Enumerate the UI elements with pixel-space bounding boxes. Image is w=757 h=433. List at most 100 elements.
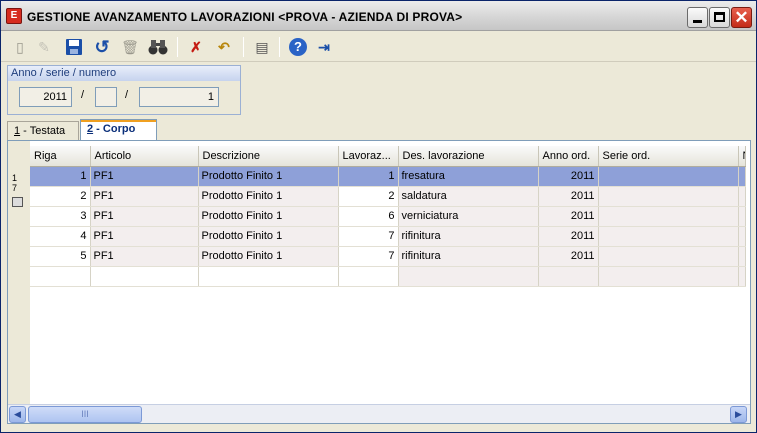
column-header-des-lavorazione[interactable]: Des. lavorazione [398,146,539,167]
record-navigator-icon[interactable] [12,197,23,207]
cell-lavorazione[interactable] [338,266,399,287]
numero-field[interactable]: 1 [139,87,219,107]
app-logo-icon[interactable]: E [6,8,22,24]
undo-glyph: ↺ [94,37,110,57]
horizontal-scrollbar[interactable]: ◀ III ▶ [8,404,750,423]
print-icon[interactable]: ▤ [251,36,273,58]
toolbar: ▯ ✎ ↺ 🗑 ✗ ↶ ▤ ? ⇥ [1,32,756,62]
search-icon[interactable] [147,36,169,58]
cell-des-lavorazione[interactable]: rifinitura [398,226,539,247]
cell-riga[interactable]: 4 [30,226,91,247]
new-document-glyph: ▯ [16,39,24,55]
cell-des-lavorazione[interactable]: rifinitura [398,246,539,267]
cell-serie-ord[interactable] [598,166,739,187]
cell-lavorazione[interactable]: 6 [338,206,399,227]
undo-icon[interactable]: ↺ [91,36,113,58]
document-number-group: Anno / serie / numero 2011 / / 1 [7,65,241,115]
cell-articolo[interactable] [90,266,199,287]
cell-numero-ord[interactable] [738,166,746,187]
cell-anno-ord[interactable]: 2011 [538,226,599,247]
cell-serie-ord[interactable] [598,186,739,207]
table-row[interactable]: 1 PF1 Prodotto Finito 1 1 fresatura 2011 [30,166,746,187]
cell-serie-ord[interactable] [598,246,739,267]
cell-numero-ord[interactable] [738,186,746,207]
exit-icon[interactable]: ⇥ [313,36,335,58]
restore-icon[interactable]: ↶ [213,36,235,58]
cell-riga[interactable] [30,266,91,287]
minimize-button[interactable] [687,7,708,28]
cell-descrizione[interactable]: Prodotto Finito 1 [198,166,339,187]
cell-lavorazione[interactable]: 1 [338,166,399,187]
table-row[interactable]: 2 PF1 Prodotto Finito 1 2 saldatura 2011 [30,186,746,207]
column-header-lavorazione[interactable]: Lavoraz... [338,146,399,167]
cell-serie-ord[interactable] [598,206,739,227]
column-header-anno-ord[interactable]: Anno ord. [538,146,599,167]
cell-anno-ord[interactable] [538,266,599,287]
cell-serie-ord[interactable] [598,226,739,247]
cell-riga[interactable]: 3 [30,206,91,227]
cell-des-lavorazione[interactable] [398,266,539,287]
scroll-right-arrow-icon[interactable]: ▶ [730,406,747,423]
table-row[interactable]: 3 PF1 Prodotto Finito 1 6 verniciatura 2… [30,206,746,227]
row-indicator-bar: 1 7 [8,141,30,404]
cell-anno-ord[interactable]: 2011 [538,206,599,227]
scroll-left-arrow-icon[interactable]: ◀ [9,406,26,423]
help-icon[interactable]: ? [287,36,309,58]
cell-anno-ord[interactable]: 2011 [538,166,599,187]
cell-numero-ord[interactable] [738,226,746,247]
cell-descrizione[interactable]: Prodotto Finito 1 [198,226,339,247]
tab-corpo[interactable]: 2 - Corpo [80,119,157,140]
cell-numero-ord[interactable] [738,206,746,227]
cell-articolo[interactable]: PF1 [90,246,199,267]
cell-des-lavorazione[interactable]: saldatura [398,186,539,207]
edit-icon[interactable]: ✎ [33,36,55,58]
table-row-new[interactable] [30,266,746,287]
cell-lavorazione[interactable]: 7 [338,246,399,267]
new-document-icon[interactable]: ▯ [9,36,31,58]
cell-numero-ord[interactable] [738,266,746,287]
cell-descrizione[interactable]: Prodotto Finito 1 [198,206,339,227]
binoculars-glyph [148,40,168,55]
column-header-serie-ord[interactable]: Serie ord. [598,146,739,167]
column-header-articolo[interactable]: Articolo [90,146,199,167]
save-icon[interactable] [63,36,85,58]
table-row[interactable]: 5 PF1 Prodotto Finito 1 7 rifinitura 201… [30,246,746,267]
row-indicator-current: 1 [12,173,18,183]
cell-articolo[interactable]: PF1 [90,166,199,187]
delete-rows-icon[interactable]: ✗ [185,36,207,58]
tab-testata[interactable]: 1 - Testata [7,121,79,140]
maximize-icon [714,12,725,22]
title-bar[interactable]: E GESTIONE AVANZAMENTO LAVORAZIONI <PROV… [1,1,756,31]
cell-articolo[interactable]: PF1 [90,226,199,247]
cell-anno-ord[interactable]: 2011 [538,186,599,207]
delete-glyph: 🗑 [121,39,139,55]
toolbar-separator [243,37,244,57]
cell-riga[interactable]: 2 [30,186,91,207]
close-button[interactable]: ✕ [731,7,752,28]
cell-descrizione[interactable]: Prodotto Finito 1 [198,186,339,207]
cell-des-lavorazione[interactable]: verniciatura [398,206,539,227]
cell-descrizione[interactable] [198,266,339,287]
cell-articolo[interactable]: PF1 [90,186,199,207]
column-header-descrizione[interactable]: Descrizione [198,146,339,167]
cell-riga[interactable]: 1 [30,166,91,187]
column-header-numero-ord[interactable]: N [738,146,746,167]
cell-descrizione[interactable]: Prodotto Finito 1 [198,246,339,267]
maximize-button[interactable] [709,7,730,28]
column-header-riga[interactable]: Riga [30,146,91,167]
close-icon: ✕ [734,8,749,27]
cell-numero-ord[interactable] [738,246,746,267]
cell-serie-ord[interactable] [598,266,739,287]
window-title: GESTIONE AVANZAMENTO LAVORAZIONI <PROVA … [27,10,463,24]
cell-anno-ord[interactable]: 2011 [538,246,599,267]
serie-field[interactable] [95,87,117,107]
delete-icon[interactable]: 🗑 [119,36,141,58]
table-row[interactable]: 4 PF1 Prodotto Finito 1 7 rifinitura 201… [30,226,746,247]
cell-des-lavorazione[interactable]: fresatura [398,166,539,187]
cell-lavorazione[interactable]: 7 [338,226,399,247]
anno-field[interactable]: 2011 [19,87,72,107]
cell-lavorazione[interactable]: 2 [338,186,399,207]
cell-articolo[interactable]: PF1 [90,206,199,227]
scrollbar-thumb[interactable]: III [28,406,142,423]
cell-riga[interactable]: 5 [30,246,91,267]
